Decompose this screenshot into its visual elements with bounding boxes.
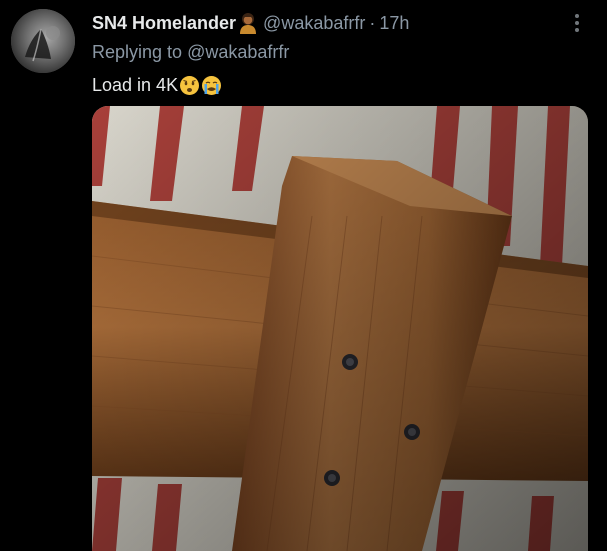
tweet-text: Load in 4K xyxy=(92,72,222,98)
tweet-header: SN4 Homelander @wakabafrfr · 17h xyxy=(92,10,409,36)
tweet[interactable]: SN4 Homelander @wakabafrfr · 17h Replyin… xyxy=(0,0,607,551)
reply-handle-link[interactable]: @wakabafrfr xyxy=(187,42,289,62)
worried-face-emoji-icon xyxy=(179,75,200,96)
avatar[interactable] xyxy=(11,9,75,73)
more-options-icon[interactable] xyxy=(567,10,587,36)
photo-wooden-beams-icon xyxy=(92,106,588,551)
replying-to: Replying to @wakabafrfr xyxy=(92,42,289,63)
tweet-photo[interactable] xyxy=(92,106,588,551)
tweet-text-content: Load in 4K xyxy=(92,74,179,95)
user-handle[interactable]: @wakabafrfr xyxy=(263,13,365,34)
person-emoji-icon xyxy=(238,12,258,34)
timestamp[interactable]: 17h xyxy=(379,13,409,34)
separator-dot: · xyxy=(369,12,376,33)
display-name[interactable]: SN4 Homelander xyxy=(92,13,236,34)
reply-prefix: Replying to xyxy=(92,42,183,62)
loudly-crying-face-emoji-icon xyxy=(201,75,222,96)
